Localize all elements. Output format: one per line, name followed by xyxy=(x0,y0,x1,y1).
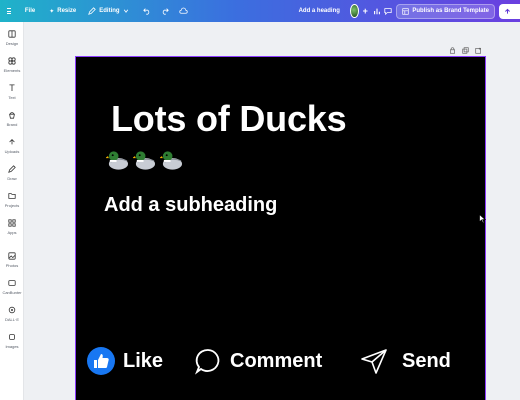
send-label: Send xyxy=(402,349,451,372)
share-button[interactable] xyxy=(498,3,520,19)
sidebar-item-draw[interactable]: Draw xyxy=(0,164,24,181)
plus-icon: + xyxy=(362,6,368,16)
sidebar-item-label: Brand xyxy=(6,122,18,127)
like-label: Like xyxy=(123,349,164,372)
sidebar-item-label: Design xyxy=(5,41,19,46)
cloud-save-button[interactable] xyxy=(179,7,188,15)
menu-icon[interactable] xyxy=(7,8,11,14)
images-icon xyxy=(7,332,17,342)
page-toolbar xyxy=(448,46,482,54)
template-icon xyxy=(402,7,410,15)
like-element[interactable]: Like xyxy=(87,347,163,375)
resize-label: Resize xyxy=(57,8,77,14)
cloud-icon xyxy=(179,7,188,14)
add-collaborator-button[interactable]: + xyxy=(363,6,368,16)
projects-icon xyxy=(7,191,17,201)
sidebar-item-label: Apps xyxy=(7,230,17,235)
sidebar-item-apps[interactable]: Apps xyxy=(0,218,24,235)
paper-plane-icon xyxy=(361,349,387,374)
canbunter-icon xyxy=(7,278,17,288)
sidebar-item-dalle[interactable]: DALL·E xyxy=(0,305,24,322)
design-canvas[interactable]: Lots of Ducks Add a subheading Like Comm… xyxy=(75,56,486,400)
duck-icon xyxy=(106,151,129,170)
sidebar-item-elements[interactable]: Elements xyxy=(0,56,24,73)
add-page-icon[interactable] xyxy=(474,46,482,54)
dalle-icon xyxy=(7,305,17,315)
uploads-icon xyxy=(7,137,17,147)
photos-icon xyxy=(7,251,17,261)
resize-icon: ✦ xyxy=(49,8,55,15)
avatar[interactable] xyxy=(349,4,359,18)
comments-button[interactable] xyxy=(384,4,392,19)
undo-button[interactable] xyxy=(142,7,151,15)
sidebar-item-label: Projects xyxy=(4,203,20,208)
bar-chart-icon xyxy=(374,8,380,15)
chevron-down-icon xyxy=(123,9,128,13)
speech-bubble-icon xyxy=(194,349,220,375)
sidebar-item-text[interactable]: T Text xyxy=(0,83,24,100)
resize-button[interactable]: ✦ Resize xyxy=(49,8,76,15)
design-title-label: Add a heading xyxy=(298,8,340,14)
publish-brand-template-button[interactable]: Publish as Brand Template xyxy=(396,3,495,19)
elements-icon xyxy=(7,56,17,66)
mouse-cursor-icon xyxy=(479,214,486,224)
editing-mode-dropdown[interactable]: Editing xyxy=(88,7,128,15)
sidebar-item-label: CanBunter xyxy=(2,290,22,295)
editing-label: Editing xyxy=(99,8,120,14)
sidebar-item-label: Uploads xyxy=(4,149,20,154)
sidebar-item-projects[interactable]: Projects xyxy=(0,191,24,208)
sidebar-item-label: DALL·E xyxy=(4,317,19,322)
top-toolbar: File ✦ Resize Editing Add a heading + Pu… xyxy=(0,0,520,22)
insights-button[interactable] xyxy=(373,4,381,19)
sidebar-item-label: Photos xyxy=(5,263,19,268)
redo-icon xyxy=(162,8,169,15)
duck-emoji-row[interactable] xyxy=(106,149,183,171)
design-title[interactable]: Add a heading xyxy=(299,8,340,14)
sidebar-item-canbunter[interactable]: CanBunter xyxy=(0,278,24,295)
sidebar-item-images[interactable]: Images xyxy=(0,332,24,349)
sidebar-item-label: Draw xyxy=(7,176,17,181)
left-sidebar: Design Elements T Text Brand Uploads Dra… xyxy=(0,22,24,400)
lock-icon[interactable] xyxy=(448,46,456,54)
design-subheading[interactable]: Add a subheading xyxy=(104,194,277,217)
redo-button[interactable] xyxy=(161,7,169,15)
pencil-icon xyxy=(88,7,97,15)
thumbs-up-icon xyxy=(87,347,115,375)
duck-icon xyxy=(133,151,156,170)
sidebar-item-photos[interactable]: Photos xyxy=(0,251,24,268)
comment-element[interactable]: Comment xyxy=(194,347,322,375)
duck-icon xyxy=(160,151,183,170)
sidebar-item-label: Elements xyxy=(3,68,21,73)
draw-icon xyxy=(7,164,17,174)
design-icon xyxy=(7,29,17,39)
brand-icon xyxy=(7,110,17,120)
file-menu[interactable]: File xyxy=(25,8,35,14)
text-icon: T xyxy=(9,83,15,93)
publish-label: Publish as Brand Template xyxy=(412,8,489,14)
duplicate-page-icon[interactable] xyxy=(461,46,469,54)
share-icon xyxy=(505,8,510,14)
send-element[interactable]: Send xyxy=(360,347,451,375)
sidebar-item-label: Images xyxy=(5,344,19,349)
sidebar-item-label: Text xyxy=(8,95,16,100)
sidebar-item-design[interactable]: Design xyxy=(0,29,24,46)
file-label: File xyxy=(24,8,36,14)
comment-label: Comment xyxy=(230,349,323,372)
sidebar-item-brand[interactable]: Brand xyxy=(0,110,24,127)
apps-icon xyxy=(7,218,17,228)
sidebar-item-uploads[interactable]: Uploads xyxy=(0,137,24,154)
design-title-text[interactable]: Lots of Ducks xyxy=(111,98,347,140)
undo-icon xyxy=(142,8,149,15)
comment-icon xyxy=(384,8,392,15)
